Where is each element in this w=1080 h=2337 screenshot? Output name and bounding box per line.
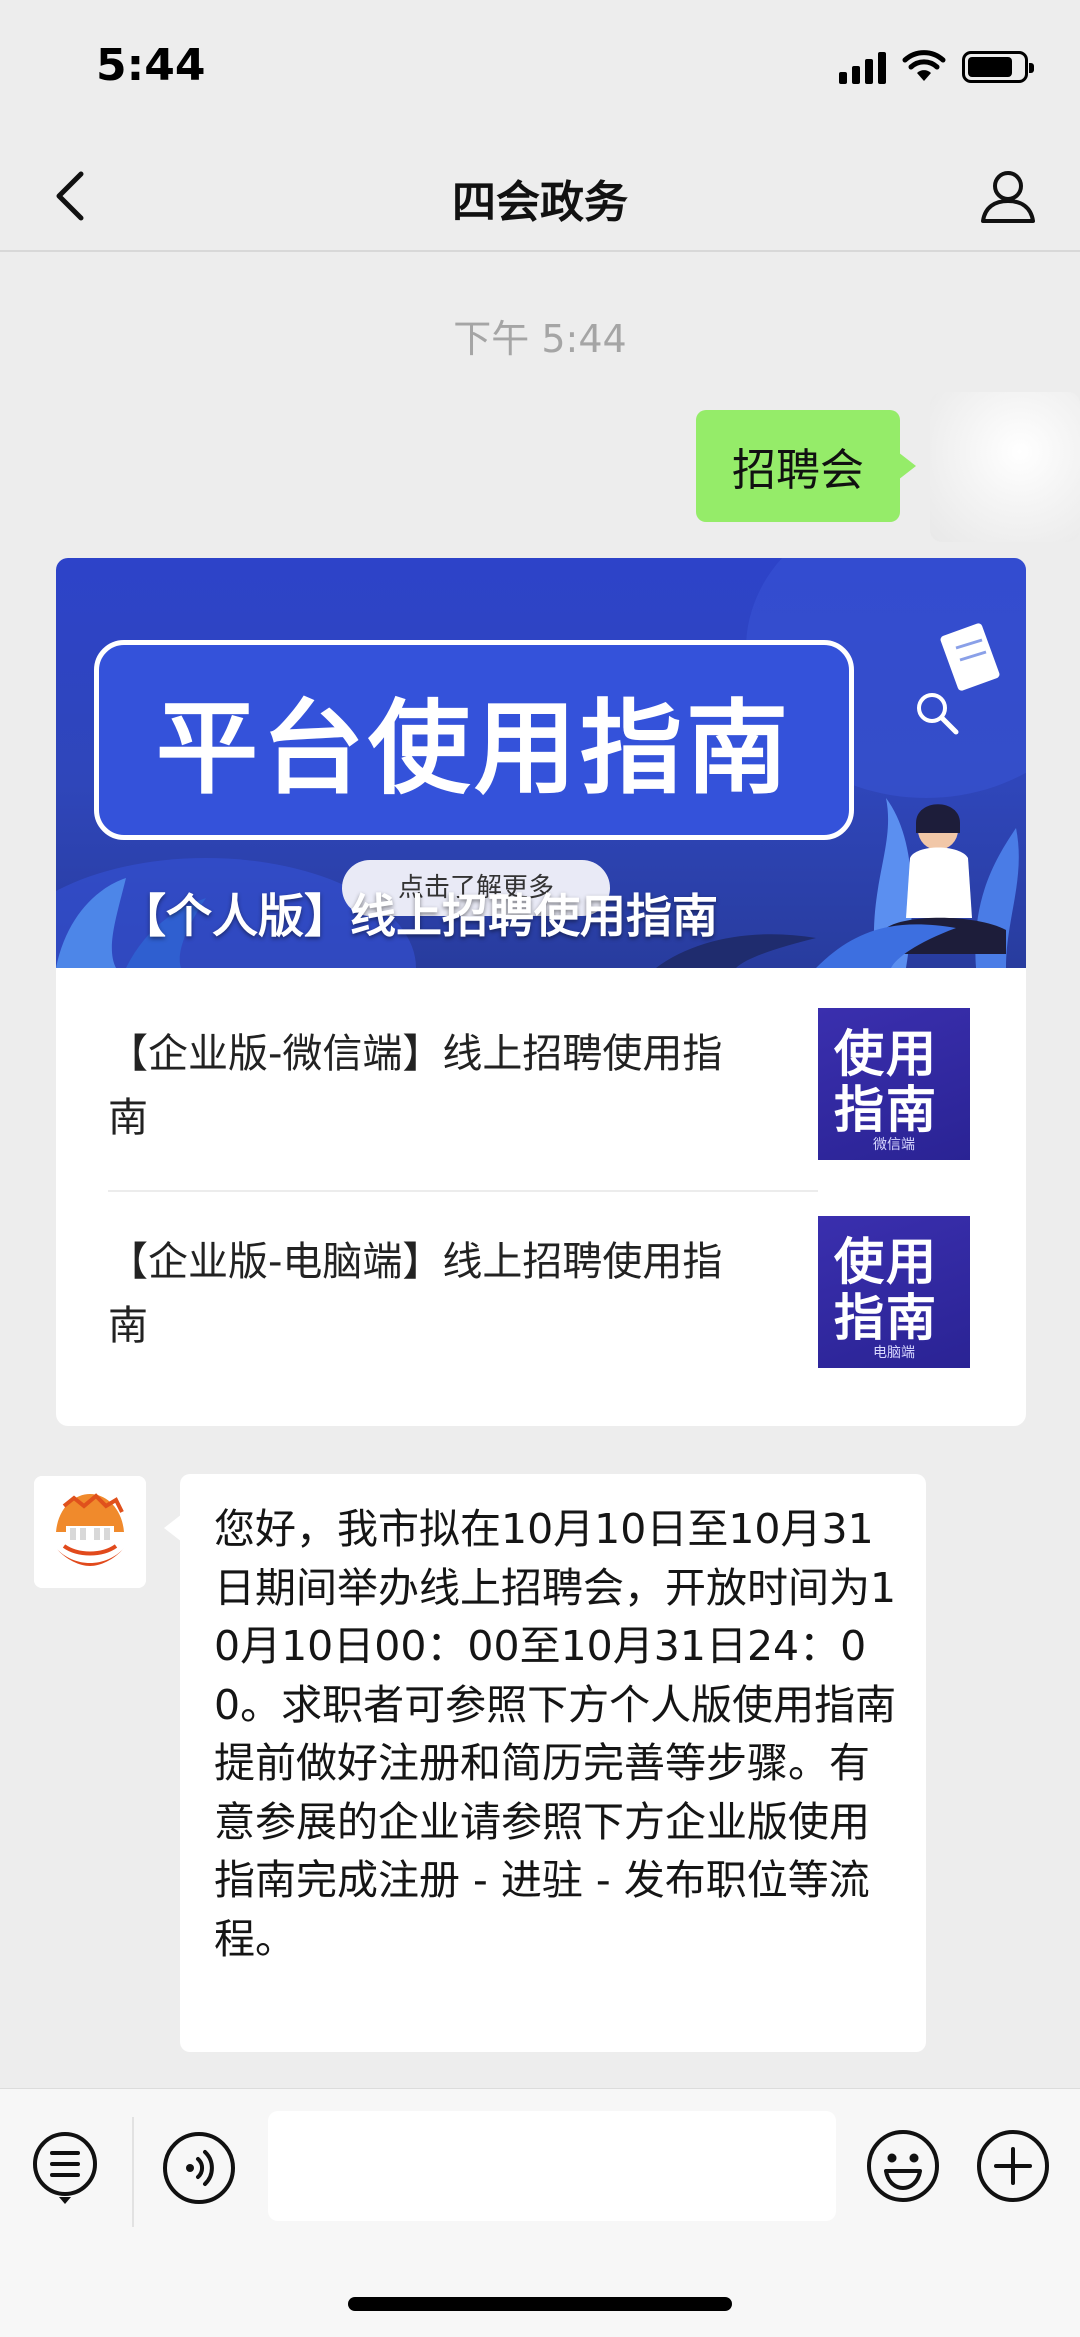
battery-icon (962, 51, 1034, 83)
cover-title: 平台使用指南 (156, 689, 792, 809)
message-input[interactable] (268, 2111, 836, 2221)
received-message-text: 您好，我市拟在10月10日至10月31日期间举办线上招聘会，开放时间为10月10… (214, 1505, 897, 1963)
account-logo (34, 1476, 146, 1588)
menu-list-icon (33, 2132, 97, 2204)
thumb-subtext: 微信端 (873, 1137, 915, 1153)
status-icons (839, 50, 1034, 84)
thumb-text: 指南 (834, 1081, 938, 1139)
wifi-icon (902, 50, 946, 81)
status-bar: 5:44 (0, 0, 1080, 140)
received-message-bubble[interactable]: 您好，我市拟在10月10日至10月31日期间举办线上招聘会，开放时间为10月10… (164, 1474, 926, 2052)
my-avatar[interactable] (930, 392, 1080, 542)
status-time: 5:44 (96, 40, 206, 91)
page-title: 四会政务 (452, 177, 628, 228)
profile-button[interactable] (976, 162, 1040, 230)
sent-message-bubble[interactable]: 招聘会 (696, 410, 916, 522)
more-button[interactable] (976, 2129, 1050, 2203)
article-item-title: 【企业版-微信端】线上招聘使用指南 (108, 1031, 723, 1141)
voice-button[interactable] (162, 2131, 236, 2205)
menu-button[interactable] (30, 2131, 100, 2204)
cover-title-frame: 平台使用指南 (94, 640, 854, 840)
thumb-text: 指南 (834, 1289, 938, 1347)
message-timestamp: 下午 5:44 (453, 317, 627, 361)
article-card: 平台使用指南 点击了解更多 【个人版】线上招聘使用指南 【企业版-微信端】线上招… (56, 558, 1026, 1426)
article-item-title: 【企业版-电脑端】线上招聘使用指南 (108, 1239, 723, 1349)
voice-icon (163, 2132, 235, 2204)
signal-icon (839, 50, 886, 84)
input-bar (0, 2088, 1080, 2337)
sent-message-text: 招聘会 (732, 445, 864, 496)
emoji-icon (867, 2130, 939, 2202)
account-avatar[interactable] (34, 1476, 146, 1588)
article-item[interactable]: 【企业版-微信端】线上招聘使用指南 使用 指南 微信端 (56, 968, 1026, 1174)
article-thumbnail: 使用 指南 电脑端 (818, 1216, 970, 1368)
home-indicator[interactable] (348, 2297, 732, 2311)
cover-caption: 【个人版】线上招聘使用指南 (120, 889, 718, 943)
thumb-subtext: 电脑端 (873, 1345, 915, 1361)
divider (132, 2117, 134, 2227)
nav-bar: 四会政务 (0, 140, 1080, 252)
article-item[interactable]: 【企业版-电脑端】线上招聘使用指南 使用 指南 电脑端 (56, 1176, 1026, 1382)
emoji-button[interactable] (866, 2129, 940, 2203)
plus-icon (977, 2130, 1049, 2202)
article-cover[interactable]: 平台使用指南 点击了解更多 【个人版】线上招聘使用指南 (56, 558, 1026, 968)
article-thumbnail: 使用 指南 微信端 (818, 1008, 970, 1160)
person-icon (981, 171, 1035, 223)
